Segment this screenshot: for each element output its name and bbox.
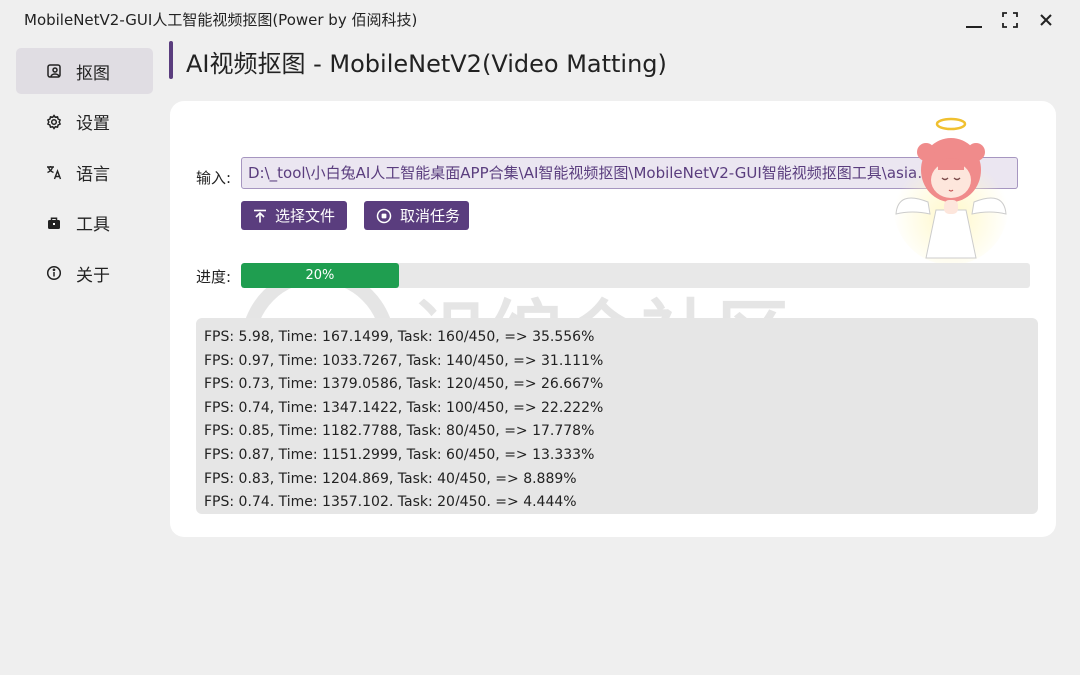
sidebar: 抠图 设置 语言 工具 关于 bbox=[16, 48, 153, 301]
portrait-icon bbox=[46, 63, 62, 79]
progress-label: 进度: bbox=[196, 268, 232, 286]
log-output[interactable]: FPS: 5.98, Time: 167.1499, Task: 160/450… bbox=[196, 318, 1038, 514]
log-lines: FPS: 5.98, Time: 167.1499, Task: 160/450… bbox=[204, 326, 1030, 506]
info-icon bbox=[46, 265, 62, 281]
log-line: FPS: 5.98, Time: 167.1499, Task: 160/450… bbox=[204, 329, 595, 345]
sidebar-item-label: 工具 bbox=[76, 215, 110, 235]
minimize-icon bbox=[966, 26, 982, 28]
log-line: FPS: 0.87, Time: 1151.2999, Task: 60/450… bbox=[204, 446, 595, 463]
translate-icon bbox=[46, 164, 62, 180]
sidebar-item-language[interactable]: 语言 bbox=[16, 149, 153, 195]
select-file-label: 选择文件 bbox=[275, 207, 336, 225]
log-line: FPS: 0.85, Time: 1182.7788, Task: 80/450… bbox=[204, 423, 595, 440]
toolbox-icon bbox=[46, 215, 62, 231]
sidebar-item-settings[interactable]: 设置 bbox=[16, 99, 153, 145]
input-label: 输入: bbox=[196, 169, 232, 187]
close-icon bbox=[1040, 14, 1052, 26]
cancel-task-button[interactable]: 取消任务 bbox=[364, 201, 469, 230]
close-button[interactable] bbox=[1034, 8, 1058, 32]
select-file-button[interactable]: 选择文件 bbox=[241, 201, 347, 230]
log-line: FPS: 0.73, Time: 1379.0586, Task: 120/45… bbox=[204, 376, 604, 393]
sidebar-item-label: 设置 bbox=[76, 114, 110, 134]
sidebar-item-label: 语言 bbox=[76, 164, 110, 185]
progress-text: 20% bbox=[305, 268, 335, 283]
upload-icon bbox=[254, 209, 266, 222]
log-line: FPS: 0.74, Time: 1347.1422, Task: 100/45… bbox=[204, 399, 604, 416]
log-line: FPS: 0.83, Time: 1204.869, Task: 40/450,… bbox=[204, 470, 577, 487]
title-bar: MobileNetV2-GUI人工智能视频抠图(Power by 佰阅科技) bbox=[0, 0, 1080, 38]
sidebar-item-label: 关于 bbox=[76, 265, 110, 286]
sidebar-item-label: 抠图 bbox=[76, 63, 110, 84]
page-title: AI视频抠图 - MobileNetV2(Video Matting) bbox=[186, 50, 667, 78]
page-title-accent bbox=[169, 41, 173, 79]
sidebar-item-matting[interactable]: 抠图 bbox=[16, 48, 153, 94]
log-line: FPS: 0.74, Time: 1357.102, Task: 20/450,… bbox=[204, 494, 577, 506]
log-line: FPS: 0.97, Time: 1033.7267, Task: 140/45… bbox=[204, 352, 604, 369]
angel-mascot-image bbox=[893, 117, 1009, 265]
sidebar-item-about[interactable]: 关于 bbox=[16, 250, 153, 296]
sidebar-item-tools[interactable]: 工具 bbox=[16, 200, 153, 246]
gear-icon bbox=[46, 113, 62, 130]
progress-bar: 20% bbox=[241, 263, 1030, 288]
cancel-task-label: 取消任务 bbox=[400, 207, 461, 225]
maximize-icon bbox=[1002, 12, 1018, 28]
app-title: MobileNetV2-GUI人工智能视频抠图(Power by 佰阅科技) bbox=[24, 11, 418, 29]
maximize-button[interactable] bbox=[998, 8, 1022, 32]
minimize-button[interactable] bbox=[962, 8, 986, 32]
stop-circle-icon bbox=[376, 208, 392, 223]
